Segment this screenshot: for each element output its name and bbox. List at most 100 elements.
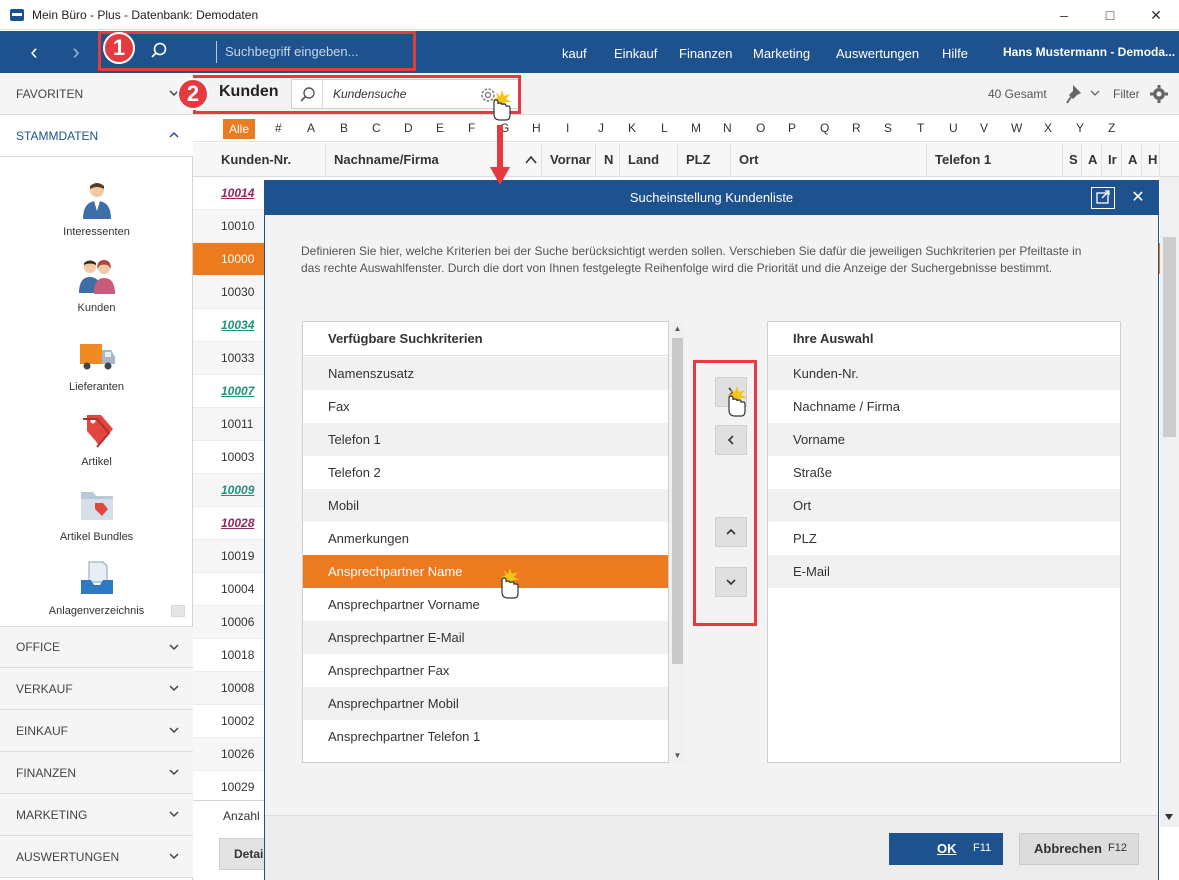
list-item[interactable]: Straße bbox=[768, 456, 1120, 489]
table-row[interactable]: 10008 bbox=[193, 672, 265, 705]
alphabet-letter[interactable]: O bbox=[756, 121, 765, 135]
sidebar-einkauf[interactable]: EINKAUF bbox=[0, 710, 193, 752]
settings-gear-icon[interactable] bbox=[1150, 85, 1168, 103]
list-item[interactable]: Anmerkungen bbox=[303, 522, 668, 555]
back-button[interactable]: ‹ bbox=[16, 31, 52, 73]
alphabet-letter[interactable]: C bbox=[372, 121, 381, 135]
table-row[interactable]: 10014 bbox=[193, 177, 265, 210]
sidebar-favoriten[interactable]: FAVORITEN bbox=[0, 73, 193, 115]
list-item[interactable]: Telefon 2 bbox=[303, 456, 668, 489]
column-telefon[interactable]: Telefon 1 bbox=[927, 143, 1063, 177]
collapse-handle[interactable] bbox=[171, 605, 185, 617]
table-row[interactable]: 10002 bbox=[193, 705, 265, 738]
sidebar-marketing[interactable]: MARKETING bbox=[0, 794, 193, 836]
maximize-button[interactable]: □ bbox=[1087, 0, 1133, 30]
table-scrollbar[interactable] bbox=[1160, 177, 1179, 827]
alphabet-letter[interactable]: X bbox=[1044, 121, 1052, 135]
alphabet-letter[interactable]: N bbox=[723, 121, 732, 135]
list-item[interactable]: Ansprechpartner Vorname bbox=[303, 588, 668, 621]
menu-marketing[interactable]: Marketing bbox=[753, 31, 810, 73]
alphabet-letter[interactable]: # bbox=[275, 121, 282, 135]
list-item[interactable]: Ansprechpartner E-Mail bbox=[303, 621, 668, 654]
selected-criteria-list[interactable]: Ihre Auswahl Kunden-Nr. Nachname / Firma… bbox=[767, 321, 1121, 763]
column-ort[interactable]: Ort bbox=[731, 143, 927, 177]
alphabet-letter[interactable]: F bbox=[468, 121, 475, 135]
table-row[interactable]: 10006 bbox=[193, 606, 265, 639]
menu-finanzen[interactable]: Finanzen bbox=[679, 31, 732, 73]
alphabet-letter[interactable]: A bbox=[307, 121, 315, 135]
table-row[interactable]: 10019 bbox=[193, 540, 265, 573]
sidebar-item-artikel-bundles[interactable]: Artikel Bundles bbox=[0, 486, 193, 543]
sidebar-office[interactable]: OFFICE bbox=[0, 626, 193, 668]
list-item[interactable]: Namenszusatz bbox=[303, 357, 668, 390]
alphabet-letter[interactable]: P bbox=[788, 121, 796, 135]
list-item[interactable]: Nachname / Firma bbox=[768, 390, 1120, 423]
alphabet-letter[interactable]: R bbox=[852, 121, 861, 135]
sidebar-finanzen[interactable]: FINANZEN bbox=[0, 752, 193, 794]
table-row[interactable]: 10010 bbox=[193, 210, 265, 243]
table-row[interactable]: 10009 bbox=[193, 474, 265, 507]
menu-einkauf[interactable]: Einkauf bbox=[614, 31, 657, 73]
alphabet-letter[interactable]: L bbox=[661, 121, 668, 135]
alphabet-letter[interactable]: Q bbox=[820, 121, 829, 135]
column-a[interactable]: A bbox=[1082, 143, 1102, 177]
column-h[interactable]: H bbox=[1142, 143, 1160, 177]
minimize-button[interactable]: – bbox=[1041, 0, 1087, 30]
alphabet-letter[interactable]: T bbox=[917, 121, 924, 135]
list-item[interactable]: Ansprechpartner Fax bbox=[303, 654, 668, 687]
user-name[interactable]: Hans Mustermann - Demoda... bbox=[1003, 31, 1175, 73]
scroll-down-icon[interactable] bbox=[1163, 812, 1175, 822]
menu-verkauf[interactable]: kauf bbox=[562, 31, 587, 73]
alphabet-letter[interactable]: I bbox=[566, 121, 569, 135]
cancel-button[interactable]: Abbrechen F12 bbox=[1019, 833, 1139, 865]
scroll-down-icon[interactable]: ▼ bbox=[670, 749, 685, 763]
popout-button[interactable] bbox=[1091, 187, 1115, 209]
scrollbar-thumb[interactable] bbox=[672, 338, 683, 664]
available-list-scrollbar[interactable]: ▲ ▼ bbox=[670, 322, 685, 763]
list-item[interactable]: Kunden-Nr. bbox=[768, 357, 1120, 390]
column-land[interactable]: Land bbox=[620, 143, 678, 177]
scrollbar-thumb[interactable] bbox=[1163, 237, 1176, 437]
table-row[interactable]: 10034 bbox=[193, 309, 265, 342]
column-a2[interactable]: A bbox=[1122, 143, 1142, 177]
column-ir[interactable]: Ir bbox=[1102, 143, 1122, 177]
list-item[interactable]: Ort bbox=[768, 489, 1120, 522]
column-vorname[interactable]: Vornar bbox=[542, 143, 596, 177]
list-item[interactable]: Vorname bbox=[768, 423, 1120, 456]
pin-icon[interactable] bbox=[1065, 83, 1085, 105]
column-kunden-nr[interactable]: Kunden-Nr. bbox=[213, 143, 326, 177]
scroll-up-icon[interactable]: ▲ bbox=[670, 322, 685, 336]
sidebar-item-kunden[interactable]: Kunden bbox=[0, 257, 193, 314]
column-plz[interactable]: PLZ bbox=[678, 143, 731, 177]
list-item[interactable]: Fax bbox=[303, 390, 668, 423]
menu-hilfe[interactable]: Hilfe bbox=[942, 31, 968, 73]
list-item-selected[interactable]: Ansprechpartner Name bbox=[303, 555, 668, 588]
table-row[interactable]: 10026 bbox=[193, 738, 265, 771]
alphabet-letter[interactable]: Y bbox=[1076, 121, 1084, 135]
sidebar-item-anlagenverzeichnis[interactable]: Anlagenverzeichnis bbox=[0, 560, 193, 617]
alphabet-letter[interactable]: S bbox=[884, 121, 892, 135]
alphabet-letter[interactable]: U bbox=[949, 121, 958, 135]
column-namenszusatz[interactable]: N bbox=[596, 143, 620, 177]
alphabet-letter[interactable]: M bbox=[691, 121, 701, 135]
filter-button[interactable]: Filter bbox=[1113, 87, 1140, 101]
table-row[interactable]: 10007 bbox=[193, 375, 265, 408]
sidebar-item-interessenten[interactable]: Interessenten bbox=[0, 181, 193, 238]
sidebar-auswertungen[interactable]: AUSWERTUNGEN bbox=[0, 836, 193, 878]
dialog-close-button[interactable]: ✕ bbox=[1127, 187, 1149, 209]
forward-button[interactable]: › bbox=[58, 31, 94, 73]
list-item[interactable]: E-Mail bbox=[768, 555, 1120, 588]
available-criteria-list[interactable]: Verfügbare Suchkriterien Namenszusatz Fa… bbox=[302, 321, 669, 763]
alphabet-letter[interactable]: E bbox=[436, 121, 444, 135]
table-row[interactable]: 10033 bbox=[193, 342, 265, 375]
sidebar-item-artikel[interactable]: Artikel bbox=[0, 411, 193, 468]
list-item[interactable]: PLZ bbox=[768, 522, 1120, 555]
details-button[interactable]: Detai bbox=[219, 838, 265, 870]
alphabet-letter[interactable]: D bbox=[404, 121, 413, 135]
sidebar-item-lieferanten[interactable]: Lieferanten bbox=[0, 336, 193, 393]
table-row[interactable]: 10003 bbox=[193, 441, 265, 474]
alphabet-letter[interactable]: H bbox=[532, 121, 541, 135]
table-row[interactable]: 10000 bbox=[193, 243, 265, 276]
table-row[interactable]: 10011 bbox=[193, 408, 265, 441]
table-row[interactable]: 10028 bbox=[193, 507, 265, 540]
